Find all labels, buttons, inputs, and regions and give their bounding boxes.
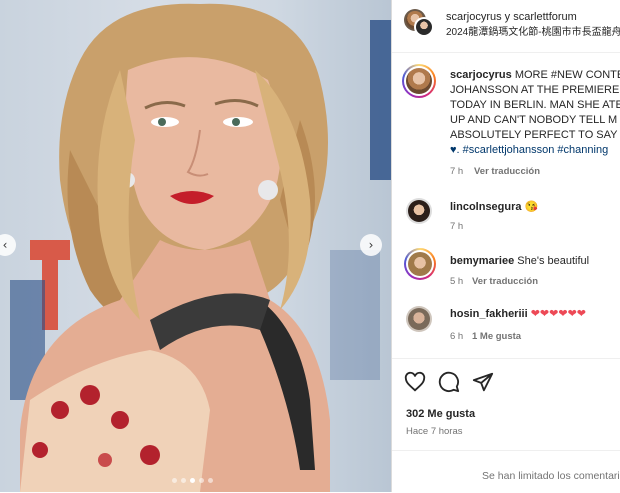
comment-avatar[interactable] (406, 306, 432, 332)
carousel-dot (181, 478, 186, 483)
likes-count[interactable]: 302 Me gusta (406, 407, 475, 421)
comment-item: bemymariee She's beautiful (450, 254, 589, 268)
comment-time: 6 h (450, 331, 464, 342)
carousel-dot (199, 478, 204, 483)
caption-hashtags[interactable]: ♥. #scarlettjohansson #channing (450, 143, 620, 158)
comment-avatar[interactable] (404, 248, 436, 280)
comment-text: ❤❤❤❤❤❤ (530, 308, 587, 320)
comment-username[interactable]: hosin_fakheriii (450, 308, 528, 320)
next-image-button[interactable]: › (360, 234, 382, 256)
carousel-dot (172, 478, 177, 483)
comment-time: 7 h (450, 221, 464, 232)
comment-username[interactable]: lincolnsegura (450, 201, 522, 213)
share-icon[interactable] (472, 371, 494, 393)
comment-item: lincolnsegura 😘 (450, 200, 538, 214)
caption-line: ABSOLUTELY PERFECT TO SAY TH (450, 129, 620, 141)
caption-line: MORE #NEW CONTE (514, 69, 620, 81)
post-header: scarjocyrus y scarlettforum 2024龍潭鍋瑪文化節-… (392, 0, 620, 53)
coauthor-avatar[interactable] (414, 17, 434, 37)
caption-username[interactable]: scarjocyrus (450, 69, 512, 81)
carousel-dot (208, 478, 213, 483)
comment-username[interactable]: bemymariee (450, 255, 514, 267)
caption-line: UP AND CAN'T NOBODY TELL M (450, 114, 618, 126)
carousel-dot-active (190, 478, 195, 483)
comment-item: hosin_fakheriii ❤❤❤❤❤❤ (450, 307, 586, 321)
carousel-indicator (172, 478, 213, 483)
post-authors[interactable]: scarjocyrus y scarlettforum (446, 10, 577, 24)
caption-avatar[interactable] (402, 64, 436, 98)
post-panel: scarjocyrus y scarlettforum 2024龍潭鍋瑪文化節-… (391, 0, 620, 492)
comments-limited-notice: Se han limitado los comentarios (392, 450, 620, 493)
post-photo[interactable]: ‹ › (0, 0, 391, 492)
comment-avatar[interactable] (406, 198, 432, 224)
comment-icon[interactable] (438, 371, 460, 393)
caption-line: JOHANSSON AT THE PREMIERE F (450, 84, 620, 96)
comment-text: She's beautiful (517, 255, 590, 267)
photo-illustration (10, 3, 391, 492)
comment-text: 😘 (524, 201, 539, 213)
caption-translate-link[interactable]: Ver traducción (474, 165, 540, 179)
comment-likes[interactable]: 1 Me gusta (472, 330, 521, 344)
post-location[interactable]: 2024龍潭鍋瑪文化節-桃園市市長盃龍舟 (446, 26, 620, 40)
comment-time: 5 h (450, 276, 464, 287)
post-timestamp: Hace 7 horas (406, 426, 463, 437)
caption-line: TODAY IN BERLIN. MAN SHE ATE (450, 99, 620, 111)
heart-icon[interactable] (404, 371, 426, 393)
post-caption: scarjocyrus MORE #NEW CONTE JOHANSSON AT… (450, 68, 620, 158)
caption-time: 7 h (450, 166, 464, 177)
comments-limited-text: Se han limitado los comentarios (482, 470, 620, 482)
comment-translate-link[interactable]: Ver traducción (472, 275, 538, 289)
